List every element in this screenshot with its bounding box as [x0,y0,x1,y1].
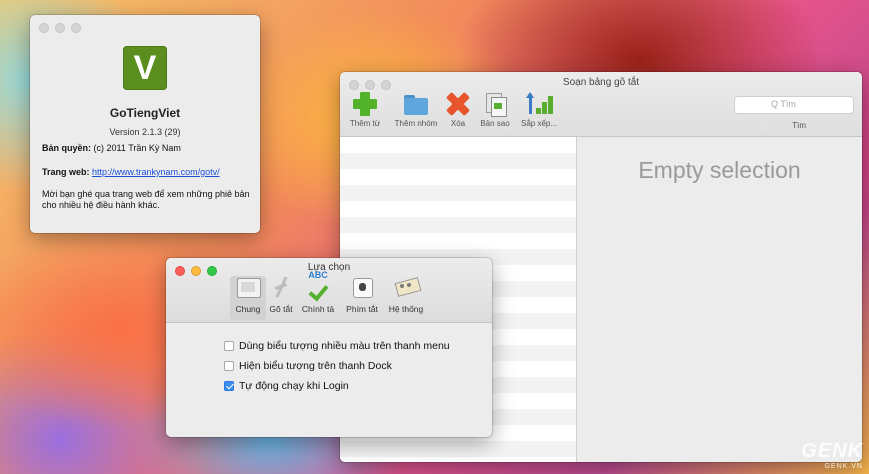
preferences-window: Lựa chọn Chung Gõ tắt ABC Chính tả Phím … [166,258,492,437]
checkbox[interactable] [224,341,234,351]
copyright-label: Bản quyền: [42,143,92,153]
sort-button[interactable]: Sắp xếp... [515,92,563,128]
add-group-button[interactable]: Thêm nhóm [392,92,440,128]
window-title: Soạn bảng gõ tắt [562,77,640,88]
search-placeholder: Q Tìm [771,99,796,109]
option-label: Dùng biểu tượng nhiều màu trên thanh men… [239,340,450,352]
duplicate-button[interactable]: Bản sao [475,92,515,128]
copy-icon [481,92,509,117]
option-show-dock-icon[interactable]: Hiện biểu tượng trên thanh Dock [224,360,392,372]
search-label: Tìm [792,121,806,130]
detail-pane: Empty selection [577,137,862,462]
toolbar-label: Thêm nhóm [394,119,438,128]
about-window: V GoTiengViet Version 2.1.3 (29) Bản quy… [30,15,260,233]
close-button[interactable] [39,23,49,33]
minimize-button[interactable] [55,23,65,33]
toolbar-label: Xóa [450,119,466,128]
website-link[interactable]: http://www.trankynam.com/gotv/ [92,167,220,177]
tab-label: Phím tắt [346,304,378,314]
sort-icon [525,92,553,116]
toolbar-label: Sắp xếp... [520,119,558,128]
spelling-icon: ABC [305,270,331,302]
general-icon [235,276,261,300]
folder-icon [402,92,430,116]
copyright-row: Bản quyền: (c) 2011 Trần Kỳ Nam [42,143,252,153]
app-version: Version 2.1.3 (29) [109,127,181,137]
checkbox[interactable] [224,381,234,391]
tab-label: Hệ thống [388,304,424,314]
website-label: Trang web: [42,167,90,177]
hotkey-icon [349,276,375,300]
add-word-button[interactable]: Thêm từ [343,92,387,128]
toolbar-label: Bản sao [480,119,510,128]
website-row: Trang web: http://www.trankynam.com/gotv… [42,167,252,177]
delete-button[interactable]: Xóa [438,91,478,128]
window-controls [39,23,81,33]
zoom-button[interactable] [71,23,81,33]
plus-icon [351,92,379,116]
about-note: Mời bạn ghé qua trang web để xem những p… [42,189,250,210]
tab-shortcut[interactable]: Gõ tắt [266,276,296,314]
tab-label: Chính tả [301,304,335,314]
app-logo-icon: V [123,46,167,90]
toolbar-label: Thêm từ [349,119,381,128]
watermark-logo: GENK [801,440,863,462]
empty-selection-text: Empty selection [638,157,801,183]
tab-label: Gõ tắt [269,304,293,314]
delete-x-icon [444,91,472,117]
system-icon [393,276,422,300]
tab-spelling[interactable]: ABC Chính tả [297,270,339,314]
option-label: Tự động chạy khi Login [239,380,349,392]
copyright-value: (c) 2011 Trần Kỳ Nam [93,143,181,153]
watermark: GENK GENK.VN [801,440,863,470]
shortcut-icon [268,276,294,300]
app-name: GoTiengViet [109,106,181,120]
search-field[interactable]: Q Tìm [734,96,854,114]
tab-label: Chung [235,304,261,314]
tab-hotkey[interactable]: Phím tắt [342,276,382,314]
tab-general[interactable]: Chung [230,276,266,320]
watermark-site: GENK.VN [824,463,863,470]
option-multicolor-menu-icon[interactable]: Dùng biểu tượng nhiều màu trên thanh men… [224,340,450,352]
tab-system[interactable]: Hệ thống [384,276,428,314]
option-launch-at-login[interactable]: Tự động chạy khi Login [224,380,349,392]
option-label: Hiện biểu tượng trên thanh Dock [239,360,392,372]
checkbox[interactable] [224,361,234,371]
